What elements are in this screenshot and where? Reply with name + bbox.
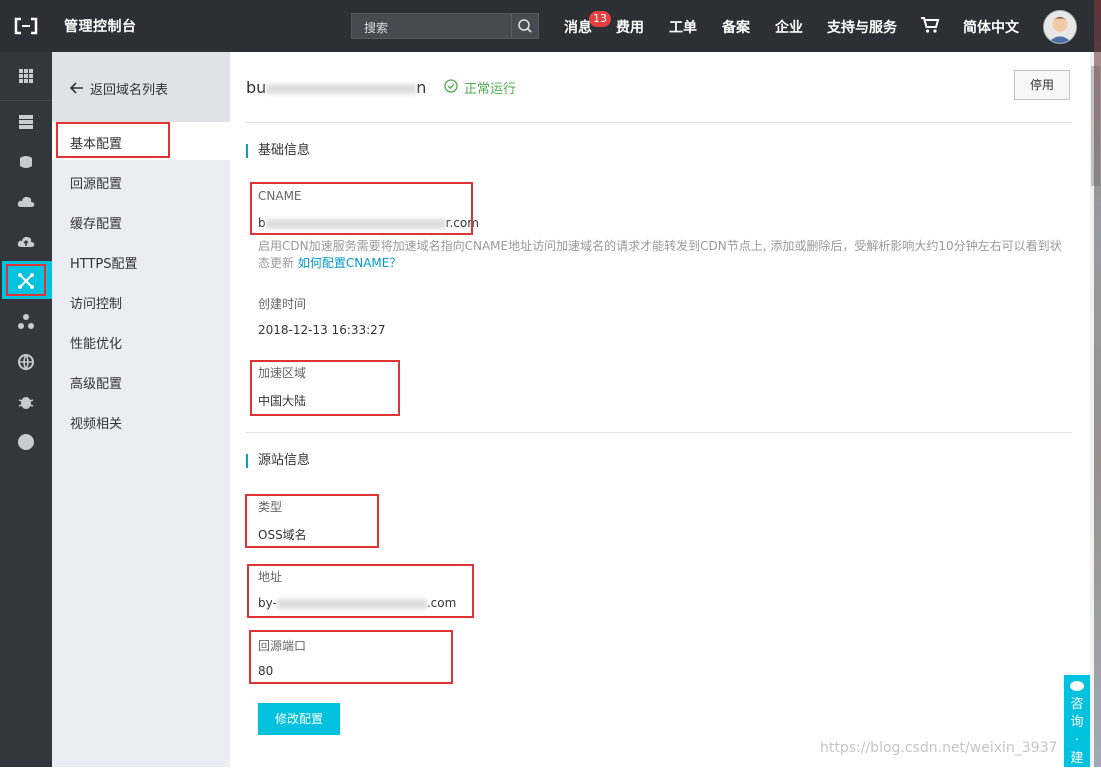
cname-help-link[interactable]: 如何配置CNAME？ — [298, 256, 402, 270]
cart-icon[interactable] — [920, 16, 940, 34]
domain-name-suffix: n — [416, 78, 427, 97]
product-icon-rail — [0, 52, 52, 767]
arrow-left-icon — [70, 82, 83, 94]
rail-highlight-box — [6, 264, 46, 296]
region-highlight-box — [250, 360, 400, 416]
cloud-icon[interactable] — [16, 192, 36, 212]
divider — [246, 122, 1072, 123]
main-content: bu n 正常运行 停用 基础信息 CNAME b r.com 启用CDN加速服务需… — [230, 52, 1090, 767]
sidebar-item-video[interactable]: 视频相关 — [70, 413, 122, 432]
consult-char: 建 — [1070, 751, 1084, 766]
database-icon[interactable] — [16, 152, 36, 172]
user-avatar-icon — [1047, 16, 1073, 43]
grid-menu-icon[interactable] — [16, 66, 36, 86]
search-input[interactable]: 搜索 — [364, 19, 388, 36]
check-circle-icon — [444, 79, 458, 93]
divider — [246, 432, 1072, 433]
consult-char: 咨 — [1070, 697, 1084, 712]
back-label[interactable]: 返回域名列表 — [90, 79, 168, 98]
console-title[interactable]: 管理控制台 — [64, 16, 137, 36]
address-highlight-box — [247, 564, 474, 618]
nav-fees[interactable]: 费用 — [616, 17, 644, 37]
cname-description: 启用CDN加速服务需要将加速域名指向CNAME地址访问加速域名的请求才能转发到C… — [258, 238, 1068, 272]
domain-name-prefix: bu — [246, 78, 267, 97]
background-window-edge — [1094, 0, 1101, 767]
nav-language[interactable]: 简体中文 — [963, 17, 1019, 37]
consult-char: 询 — [1070, 715, 1084, 730]
created-time-label: 创建时间 — [258, 297, 307, 311]
bug-icon[interactable] — [16, 392, 36, 412]
sidebar-item-performance[interactable]: 性能优化 — [70, 333, 122, 352]
sidebar-highlight-box — [56, 122, 170, 158]
top-navigation-bar: 管理控制台 搜索 消息 13 费用 工单 备案 企业 支持与服务 简体中文 — [0, 0, 1101, 52]
nav-tickets[interactable]: 工单 — [669, 17, 697, 37]
sidebar-item-access-control[interactable]: 访问控制 — [70, 293, 122, 312]
basic-info-heading: 基础信息 — [246, 144, 310, 158]
circle-icon[interactable] — [16, 432, 36, 452]
nav-icp[interactable]: 备案 — [722, 17, 750, 37]
consult-char: · — [1074, 733, 1080, 748]
nav-messages[interactable]: 消息 — [564, 17, 592, 37]
page-title: bu n — [246, 78, 426, 97]
search-box[interactable]: 搜索 — [351, 13, 539, 39]
watermark: https://blog.csdn.net/weixin_3937 — [820, 740, 1058, 756]
cname-highlight-box — [250, 182, 473, 235]
server-icon[interactable] — [16, 112, 36, 132]
port-highlight-box — [249, 630, 453, 684]
sidebar-item-origin-config[interactable]: 回源配置 — [70, 173, 122, 192]
globe-icon[interactable] — [16, 352, 36, 372]
avatar[interactable] — [1043, 10, 1077, 44]
messages-count-badge: 13 — [589, 11, 611, 27]
sidebar-item-https-config[interactable]: HTTPS配置 — [70, 253, 138, 272]
redacted-domain — [266, 83, 417, 94]
chat-icon — [1070, 681, 1084, 691]
nav-support[interactable]: 支持与服务 — [827, 17, 897, 37]
nav-enterprise[interactable]: 企业 — [775, 17, 803, 37]
sidebar-item-cache-config[interactable]: 缓存配置 — [70, 213, 122, 232]
created-time-value: 2018-12-13 16:33:27 — [258, 323, 386, 337]
search-icon[interactable] — [511, 14, 538, 38]
origin-info-heading: 源站信息 — [246, 454, 310, 468]
type-highlight-box — [245, 494, 379, 548]
sidebar-item-advanced-config[interactable]: 高级配置 — [70, 373, 122, 392]
nodes-icon[interactable] — [16, 312, 36, 332]
status-badge: 正常运行 — [464, 82, 517, 97]
edit-config-button[interactable]: 修改配置 — [258, 703, 340, 735]
back-to-domain-list[interactable]: 返回域名列表 — [52, 52, 230, 122]
cloud-upload-icon[interactable] — [16, 232, 36, 252]
aliyun-logo-icon[interactable] — [13, 16, 39, 36]
domain-config-sidebar: 返回域名列表 基本配置 回源配置 缓存配置 HTTPS配置 访问控制 性能优化 … — [52, 52, 230, 767]
disable-button[interactable]: 停用 — [1014, 70, 1070, 100]
consult-feedback-button[interactable]: 咨 询 · 建 — [1064, 675, 1090, 767]
